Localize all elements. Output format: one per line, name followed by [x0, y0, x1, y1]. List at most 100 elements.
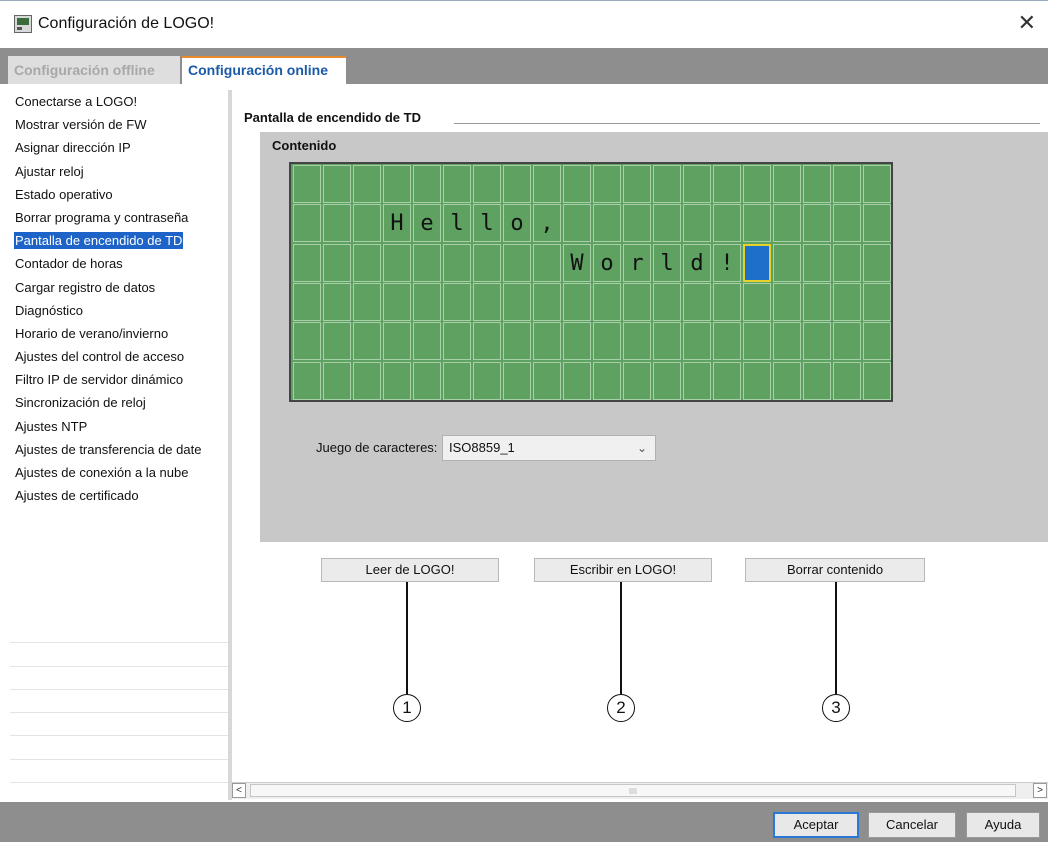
display-cell[interactable] — [413, 282, 441, 321]
sidebar-item[interactable]: Sincronización de reloj — [10, 391, 228, 414]
display-cell[interactable] — [593, 204, 621, 243]
read-from-logo-button[interactable]: Leer de LOGO! — [321, 558, 499, 582]
display-cell[interactable] — [293, 165, 321, 203]
display-cell[interactable] — [383, 282, 411, 321]
display-cell[interactable] — [713, 204, 741, 243]
display-cell[interactable] — [863, 282, 891, 321]
display-cell[interactable] — [713, 322, 741, 361]
display-cell[interactable] — [353, 361, 381, 400]
sidebar-item[interactable]: Filtro IP de servidor dinámico — [10, 368, 228, 391]
display-cell[interactable] — [323, 282, 351, 321]
display-cell[interactable] — [623, 322, 651, 361]
sidebar-item[interactable]: Cargar registro de datos — [10, 276, 228, 299]
display-cell[interactable] — [833, 322, 861, 361]
display-cell[interactable] — [563, 204, 591, 243]
tab-online-configuration[interactable]: Configuración online — [182, 56, 346, 84]
display-cell[interactable] — [323, 243, 351, 282]
tab-offline-configuration[interactable]: Configuración offline — [8, 56, 180, 84]
scroll-thumb[interactable] — [629, 788, 637, 794]
display-cell[interactable] — [833, 204, 861, 243]
td-display-grid[interactable]: He l l o, Wo r l d! — [289, 162, 893, 402]
display-cell[interactable] — [473, 322, 501, 361]
sidebar-item[interactable]: Asignar dirección IP — [10, 136, 228, 159]
display-cell[interactable] — [803, 165, 831, 203]
display-cell[interactable] — [653, 322, 681, 361]
display-cell[interactable] — [443, 322, 471, 361]
display-cell[interactable] — [443, 282, 471, 321]
display-cell[interactable] — [803, 204, 831, 243]
sidebar-item[interactable]: Ajustes del control de acceso — [10, 345, 228, 368]
display-cell[interactable] — [293, 243, 321, 282]
display-cell[interactable] — [803, 243, 831, 282]
display-cell[interactable] — [593, 361, 621, 400]
display-cell[interactable] — [413, 322, 441, 361]
display-cell[interactable] — [833, 282, 861, 321]
display-cell[interactable] — [353, 322, 381, 361]
display-cell[interactable] — [773, 165, 801, 203]
cancel-button[interactable]: Cancelar — [868, 812, 956, 838]
display-cell[interactable] — [803, 361, 831, 400]
display-cell[interactable] — [653, 361, 681, 400]
scroll-left-icon[interactable]: < — [232, 783, 246, 798]
display-cell[interactable] — [383, 165, 411, 203]
display-cell[interactable] — [443, 361, 471, 400]
display-cell[interactable] — [293, 322, 321, 361]
display-cell[interactable] — [533, 165, 561, 203]
display-cell[interactable] — [743, 322, 771, 361]
display-cell[interactable] — [533, 282, 561, 321]
display-cell[interactable] — [353, 204, 381, 243]
display-cell[interactable] — [833, 243, 861, 282]
display-cell[interactable] — [563, 282, 591, 321]
display-cell[interactable] — [803, 282, 831, 321]
display-cell[interactable] — [443, 243, 471, 282]
display-cell[interactable] — [293, 204, 321, 243]
display-cell[interactable] — [473, 361, 501, 400]
display-cell[interactable] — [503, 165, 531, 203]
display-cell[interactable] — [383, 361, 411, 400]
display-cell[interactable] — [533, 361, 561, 400]
sidebar-item[interactable]: Conectarse a LOGO! — [10, 90, 228, 113]
display-cell[interactable] — [503, 322, 531, 361]
display-cell[interactable] — [443, 165, 471, 203]
horizontal-scrollbar[interactable]: < > — [232, 782, 1048, 799]
sidebar-item[interactable]: Ajustes de certificado — [10, 484, 228, 507]
display-cell[interactable] — [623, 282, 651, 321]
help-button[interactable]: Ayuda — [966, 812, 1040, 838]
display-cell[interactable] — [353, 282, 381, 321]
display-cell[interactable] — [683, 322, 711, 361]
display-cell[interactable] — [743, 361, 771, 400]
display-cell[interactable] — [353, 165, 381, 203]
clear-content-button[interactable]: Borrar contenido — [745, 558, 925, 582]
display-cell[interactable] — [653, 165, 681, 203]
display-cell[interactable] — [503, 243, 531, 282]
display-cell[interactable] — [353, 243, 381, 282]
display-cell[interactable] — [683, 282, 711, 321]
display-cell[interactable] — [413, 165, 441, 203]
display-cell[interactable] — [293, 282, 321, 321]
write-to-logo-button[interactable]: Escribir en LOGO! — [534, 558, 712, 582]
accept-button[interactable]: Aceptar — [773, 812, 859, 838]
display-cell[interactable] — [713, 165, 741, 203]
display-cell[interactable] — [473, 282, 501, 321]
display-cell[interactable] — [863, 243, 891, 282]
sidebar-item[interactable]: Ajustes de transferencia de date — [10, 438, 228, 461]
display-cell[interactable] — [563, 361, 591, 400]
display-cell[interactable] — [743, 204, 771, 243]
charset-select[interactable]: ISO8859_1 ⌄ — [442, 435, 656, 461]
display-cell[interactable] — [743, 165, 771, 203]
display-cell[interactable] — [413, 243, 441, 282]
close-icon[interactable]: ✕ — [1018, 11, 1036, 35]
sidebar-item[interactable]: Ajustes de conexión a la nube — [10, 461, 228, 484]
display-cell[interactable] — [593, 322, 621, 361]
display-cell[interactable] — [623, 204, 651, 243]
display-cell[interactable] — [773, 204, 801, 243]
sidebar-item[interactable]: Mostrar versión de FW — [10, 113, 228, 136]
scroll-right-icon[interactable]: > — [1033, 783, 1047, 798]
display-cell[interactable] — [623, 361, 651, 400]
display-cell[interactable] — [533, 322, 561, 361]
display-cell[interactable] — [713, 282, 741, 321]
display-cell[interactable] — [323, 204, 351, 243]
display-cell[interactable] — [713, 361, 741, 400]
display-cell[interactable] — [683, 165, 711, 203]
sidebar-item[interactable]: Ajustes NTP — [10, 415, 228, 438]
